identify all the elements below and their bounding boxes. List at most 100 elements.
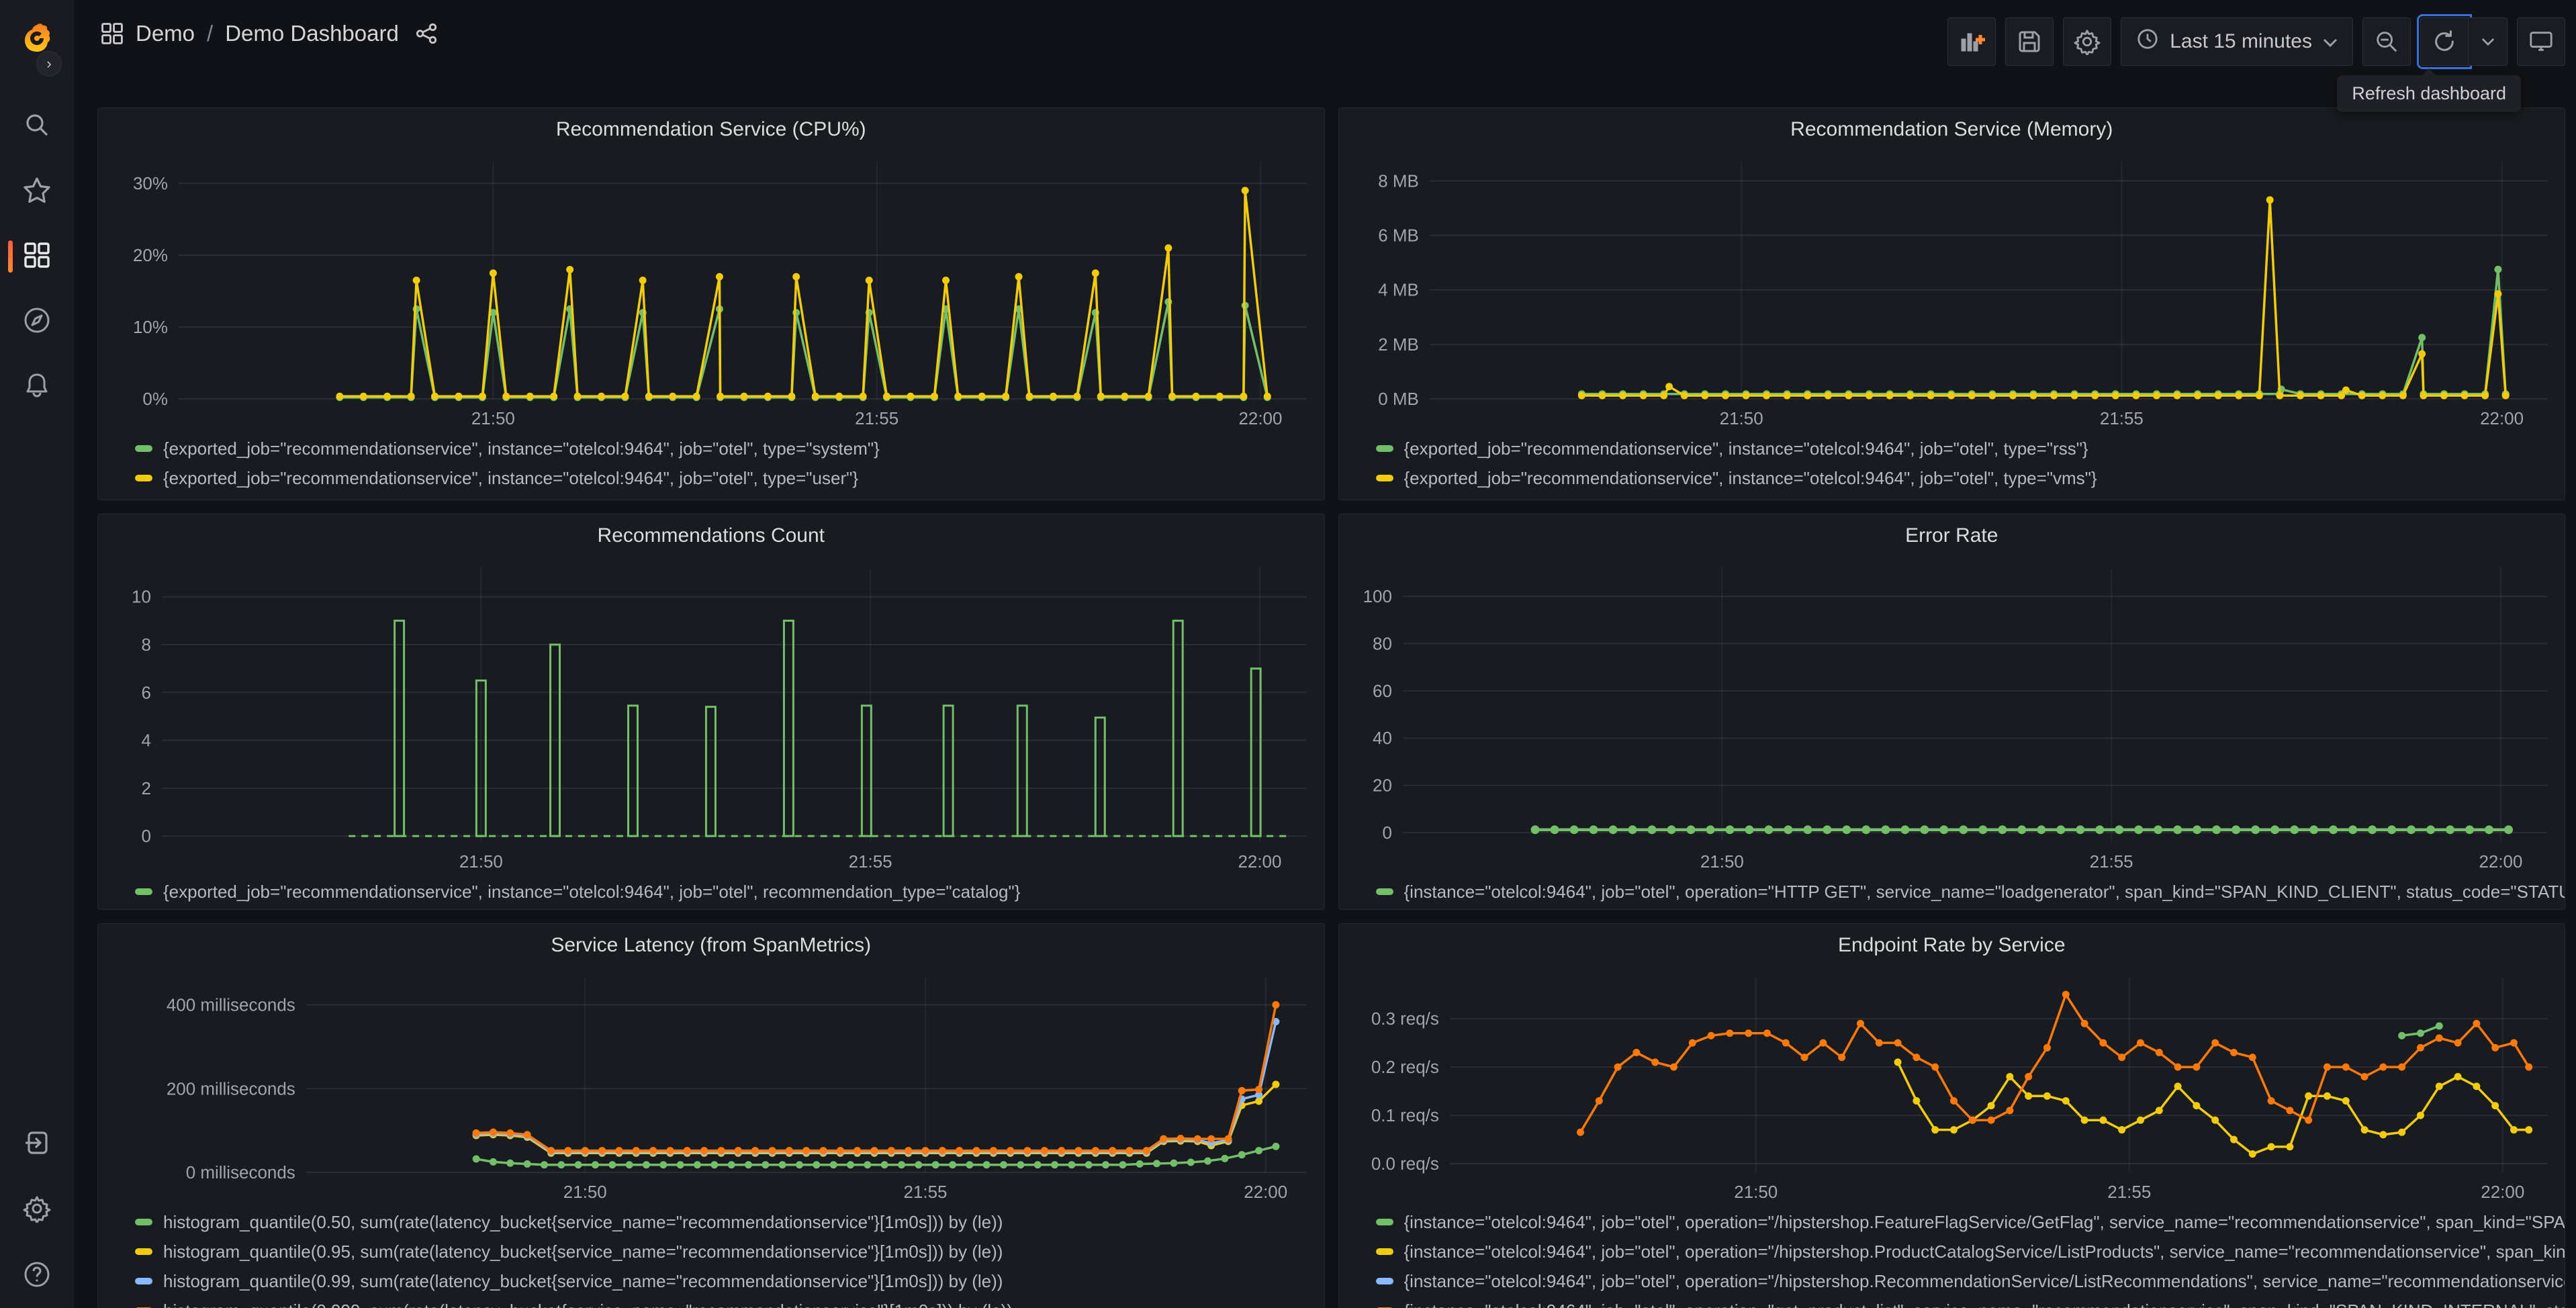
svg-text:21:55: 21:55 [855,408,899,428]
svg-text:21:50: 21:50 [1700,851,1743,872]
legend-label[interactable]: {instance="otelcol:9464", job="otel", op… [1404,1271,2565,1292]
legend-swatch-icon [1375,475,1393,481]
legend-label[interactable]: histogram_quantile(0.95, sum(rate(latenc… [163,1242,1003,1262]
timeseries-chart[interactable]: 21:50 21:55 22:00 0 20 40 60 80 100 [1339,557,2565,873]
panel-endpoint-rate: Endpoint Rate by Service 21:50 21:55 22:00… [1338,923,2565,1308]
panel-recommendations-count: Recommendations Count 21:50 21:55 22:00 0 2 4… [97,514,1325,910]
dashboard-settings-button[interactable] [2063,17,2112,66]
svg-text:22:00: 22:00 [1238,408,1282,428]
sidebar-item-sign-in[interactable] [0,1131,74,1158]
svg-text:0%: 0% [142,389,168,409]
panel-title[interactable]: Error Rate [1905,524,1998,547]
legend-item: {exported_job="recommendationservice", i… [1375,434,2565,463]
legend-label[interactable]: {instance="otelcol:9464", job="otel", op… [1404,1212,2565,1233]
sign-in-icon [24,1129,50,1160]
sidebar-item-admin[interactable] [0,1196,74,1223]
dashboards-breadcrumb-icon [101,22,124,45]
timeseries-chart[interactable]: 21:50 21:55 22:00 0.0 req/s 0.1 req/s 0.2 req… [1339,967,2565,1203]
sidebar-item-search[interactable] [0,113,74,140]
legend-swatch-icon [1375,888,1393,895]
legend-label[interactable]: histogram_quantile(0.99, sum(rate(latenc… [163,1271,1003,1292]
svg-text:0.2 req/s: 0.2 req/s [1371,1057,1438,1077]
svg-text:8: 8 [141,635,150,655]
zoom-out-button[interactable] [2362,17,2411,66]
svg-text:2 MB: 2 MB [1378,334,1419,355]
dashboard-grid: Recommendation Service (CPU%) 21:50 21:55… [74,67,2576,1308]
refresh-dashboard-button[interactable] [2417,14,2472,69]
svg-text:20: 20 [1373,776,1392,796]
breadcrumb-section[interactable]: Demo [136,21,195,46]
svg-text:2: 2 [141,778,150,798]
panel-title[interactable]: Service Latency (from SpanMetrics) [551,934,871,957]
legend-swatch-icon [135,475,152,481]
panel-error-rate: Error Rate 21:50 21:55 22:00 0 20 40 60 80 100 {… [1338,514,2565,910]
legend-label[interactable]: {exported_job="recommendationservice", i… [163,438,880,459]
add-panel-button[interactable] [1947,17,1996,66]
active-indicator [8,240,13,273]
legend-label[interactable]: {instance="otelcol:9464", job="otel", op… [1404,1242,2565,1262]
svg-text:21:50: 21:50 [563,1182,607,1202]
legend-item: {instance="otelcol:9464", job="otel", op… [1375,1237,2565,1266]
legend-item: {instance="otelcol:9464", job="otel", op… [1375,877,2565,906]
clock-icon [2136,28,2159,56]
legend-label[interactable]: histogram_quantile(0.999, sum(rate(laten… [163,1301,1013,1308]
timeseries-chart[interactable]: 21:50 21:55 22:00 0% 10% 20% 30% [98,151,1324,430]
legend-swatch-icon [135,888,152,895]
panel-title[interactable]: Endpoint Rate by Service [1838,934,2066,957]
sidebar-item-dashboards[interactable] [0,240,74,273]
legend-item: histogram_quantile(0.99, sum(rate(latenc… [135,1266,1324,1296]
svg-text:0: 0 [1382,823,1391,843]
legend-label[interactable]: {exported_job="recommendationservice", i… [163,882,1020,902]
breadcrumb-page[interactable]: Demo Dashboard [225,21,399,46]
refresh-interval-dropdown[interactable] [2469,17,2508,66]
svg-text:0 MB: 0 MB [1378,389,1419,409]
panel-legend: histogram_quantile(0.50, sum(rate(latenc… [98,1203,1324,1308]
sidebar-item-alerting[interactable] [0,373,74,400]
search-icon [24,111,50,142]
breadcrumb-separator: / [207,21,214,46]
panel-recommendation-memory: Recommendation Service (Memory) 21:50 21:… [1338,107,2565,500]
legend-label[interactable]: {exported_job="recommendationservice", i… [1404,438,2088,459]
time-range-picker[interactable]: Last 15 minutes [2121,17,2353,66]
svg-text:22:00: 22:00 [2481,1182,2524,1202]
legend-label[interactable]: {exported_job="recommendationservice", i… [163,468,858,489]
bar-chart[interactable]: 21:50 21:55 22:00 0 2 4 6 8 10 [98,557,1324,873]
save-dashboard-button[interactable] [2005,17,2054,66]
cycle-view-mode-button[interactable] [2517,17,2565,66]
svg-text:22:00: 22:00 [1238,851,1281,872]
grafana-logo[interactable] [21,23,52,54]
legend-label[interactable]: {instance="otelcol:9464", job="otel", op… [1404,1301,2565,1308]
legend-swatch-icon [135,1248,152,1255]
legend-item: {instance="otelcol:9464", job="otel", op… [1375,1207,2565,1237]
svg-text:0.0 req/s: 0.0 req/s [1371,1154,1438,1174]
svg-text:200 milliseconds: 200 milliseconds [167,1078,295,1099]
panel-title[interactable]: Recommendation Service (Memory) [1790,118,2113,141]
svg-text:0 milliseconds: 0 milliseconds [186,1162,295,1182]
expand-menu-button[interactable]: › [36,51,62,77]
legend-label[interactable]: {instance="otelcol:9464", job="otel", op… [1404,882,2565,902]
svg-text:0.1 req/s: 0.1 req/s [1371,1105,1438,1125]
legend-label[interactable]: {exported_job="recommendationservice", i… [1404,468,2097,489]
sidebar-item-help[interactable] [0,1262,74,1289]
sidebar-item-explore[interactable] [0,308,74,335]
sidebar [0,0,74,1308]
svg-text:0.3 req/s: 0.3 req/s [1371,1009,1438,1029]
refresh-tooltip: Refresh dashboard [2337,68,2521,112]
timeseries-chart[interactable]: 21:50 21:55 22:00 0 MB 2 MB 4 MB 6 MB 8 MB [1339,151,2565,430]
svg-text:22:00: 22:00 [2479,851,2522,872]
sidebar-item-starred[interactable] [0,177,74,205]
legend-item: histogram_quantile(0.999, sum(rate(laten… [135,1296,1324,1308]
panel-recommendation-cpu: Recommendation Service (CPU%) 21:50 21:55… [97,107,1325,500]
legend-item: {exported_job="recommendationservice", i… [135,463,1324,493]
svg-text:8 MB: 8 MB [1378,171,1419,191]
panel-title[interactable]: Recommendation Service (CPU%) [556,118,866,141]
svg-text:20%: 20% [133,245,168,265]
svg-text:4: 4 [141,731,150,751]
legend-item: {exported_job="recommendationservice", i… [135,434,1324,463]
share-icon[interactable] [415,22,438,45]
svg-text:22:00: 22:00 [2480,408,2524,428]
svg-text:100: 100 [1363,586,1391,606]
legend-label[interactable]: histogram_quantile(0.50, sum(rate(latenc… [163,1212,1003,1233]
timeseries-chart[interactable]: 21:50 21:55 22:00 0 milliseconds 200 millise… [98,967,1324,1203]
panel-title[interactable]: Recommendations Count [597,524,825,547]
